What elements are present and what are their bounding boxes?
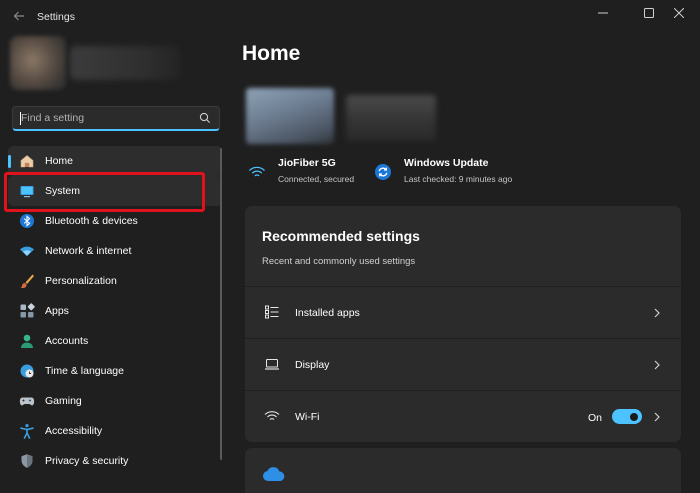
- avatar: [10, 36, 66, 90]
- windows-update-title: Windows Update: [404, 157, 489, 169]
- device-info-blurred: [346, 95, 436, 141]
- close-icon[interactable]: [656, 0, 700, 26]
- sidebar-item-time-language[interactable]: Time & language: [8, 356, 222, 386]
- chevron-right-icon: [652, 410, 662, 422]
- display-label: Display: [295, 359, 330, 371]
- sidebar-item-label: Privacy & security: [45, 455, 129, 467]
- active-indicator: [8, 155, 11, 168]
- person-icon: [19, 333, 35, 349]
- update-icon: [374, 163, 392, 181]
- laptop-icon: [264, 356, 280, 372]
- wifi-status-title: JioFiber 5G: [278, 157, 336, 169]
- profile-info-blurred: [70, 46, 180, 80]
- wifi-icon: [19, 243, 35, 259]
- installed-apps-label: Installed apps: [295, 307, 360, 319]
- wifi-toggle[interactable]: [612, 409, 642, 424]
- list-icon: [264, 304, 280, 320]
- back-arrow-icon[interactable]: [10, 9, 28, 27]
- shield-icon: [19, 453, 35, 469]
- sidebar-item-label: Personalization: [45, 275, 117, 287]
- wifi-icon: [248, 163, 266, 181]
- annotation-highlight-box: [4, 172, 205, 212]
- home-icon: [19, 153, 35, 169]
- sidebar-item-label: Bluetooth & devices: [45, 215, 138, 227]
- gamepad-icon: [19, 393, 35, 409]
- sidebar-item-label: Accounts: [45, 335, 89, 347]
- sidebar-item-privacy-security[interactable]: Privacy & security: [8, 446, 222, 476]
- sidebar-item-accessibility[interactable]: Accessibility: [8, 416, 222, 446]
- sidebar-item-gaming[interactable]: Gaming: [8, 386, 222, 416]
- search-icon[interactable]: [198, 111, 212, 125]
- sidebar-item-label: Time & language: [45, 365, 124, 377]
- page-title: Home: [242, 42, 301, 65]
- wifi-toggle-state: On: [588, 412, 603, 424]
- recommended-settings-card: Recommended settings Recent and commonly…: [245, 206, 681, 442]
- bluetooth-icon: [19, 213, 35, 229]
- wifi-icon: [264, 408, 280, 424]
- recommended-title: Recommended settings: [262, 228, 420, 244]
- sidebar-item-apps[interactable]: Apps: [8, 296, 222, 326]
- globe-clock-icon: [19, 363, 35, 379]
- onedrive-cloud-icon: [262, 466, 286, 482]
- wifi-status-subtitle: Connected, secured: [278, 174, 355, 184]
- title-bar: Settings: [0, 0, 700, 36]
- sidebar-item-network[interactable]: Network & internet: [8, 236, 222, 266]
- app-title: Settings: [37, 11, 75, 23]
- search-input[interactable]: [21, 107, 191, 129]
- device-image-blurred: [246, 88, 334, 144]
- sidebar-item-accounts[interactable]: Accounts: [8, 326, 222, 356]
- sidebar-item-label: Network & internet: [45, 245, 132, 257]
- sidebar-scrollbar[interactable]: [220, 148, 222, 460]
- user-profile[interactable]: [10, 36, 180, 90]
- sidebar-item-personalization[interactable]: Personalization: [8, 266, 222, 296]
- sidebar-item-label: Accessibility: [45, 425, 103, 437]
- sidebar-item-label: Apps: [45, 305, 69, 317]
- installed-apps-row[interactable]: Installed apps: [245, 286, 681, 336]
- apps-icon: [19, 303, 35, 319]
- recommended-subtitle: Recent and commonly used settings: [262, 256, 416, 267]
- text-caret: [20, 112, 21, 125]
- sidebar-item-label: Home: [45, 155, 74, 167]
- minimize-icon[interactable]: [580, 0, 626, 26]
- chevron-right-icon: [652, 358, 662, 370]
- chevron-right-icon: [652, 306, 662, 318]
- accessibility-icon: [19, 423, 35, 439]
- sidebar-item-label: Gaming: [45, 395, 82, 407]
- onedrive-card[interactable]: [245, 448, 681, 493]
- toggle-knob: [630, 412, 638, 421]
- wifi-label: Wi-Fi: [295, 411, 320, 423]
- display-row[interactable]: Display: [245, 338, 681, 388]
- wifi-row[interactable]: Wi-Fi On: [245, 390, 681, 440]
- search-box[interactable]: [12, 106, 220, 131]
- windows-update-subtitle: Last checked: 9 minutes ago: [404, 174, 513, 184]
- brush-icon: [19, 273, 35, 289]
